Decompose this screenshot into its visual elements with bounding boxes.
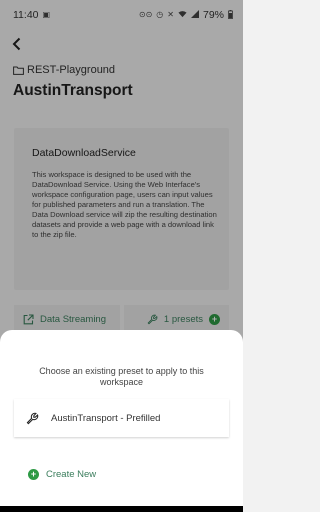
- preset-bottom-sheet: Choose an existing preset to apply to th…: [0, 330, 243, 506]
- system-nav-bar: [0, 506, 243, 512]
- preset-item-label: AustinTransport - Prefilled: [51, 412, 161, 424]
- wrench-icon: [26, 412, 39, 424]
- create-new-label: Create New: [46, 469, 97, 480]
- plus-circle-icon: +: [28, 469, 39, 480]
- preset-item[interactable]: AustinTransport - Prefilled: [14, 399, 229, 437]
- sheet-prompt: Choose an existing preset to apply to th…: [39, 366, 204, 387]
- app-screen: 11:40 ▣ ⊙⊙ ◷ ✕ 79% REST-Playground Austi…: [0, 0, 243, 512]
- create-new-button[interactable]: + Create New: [28, 469, 96, 480]
